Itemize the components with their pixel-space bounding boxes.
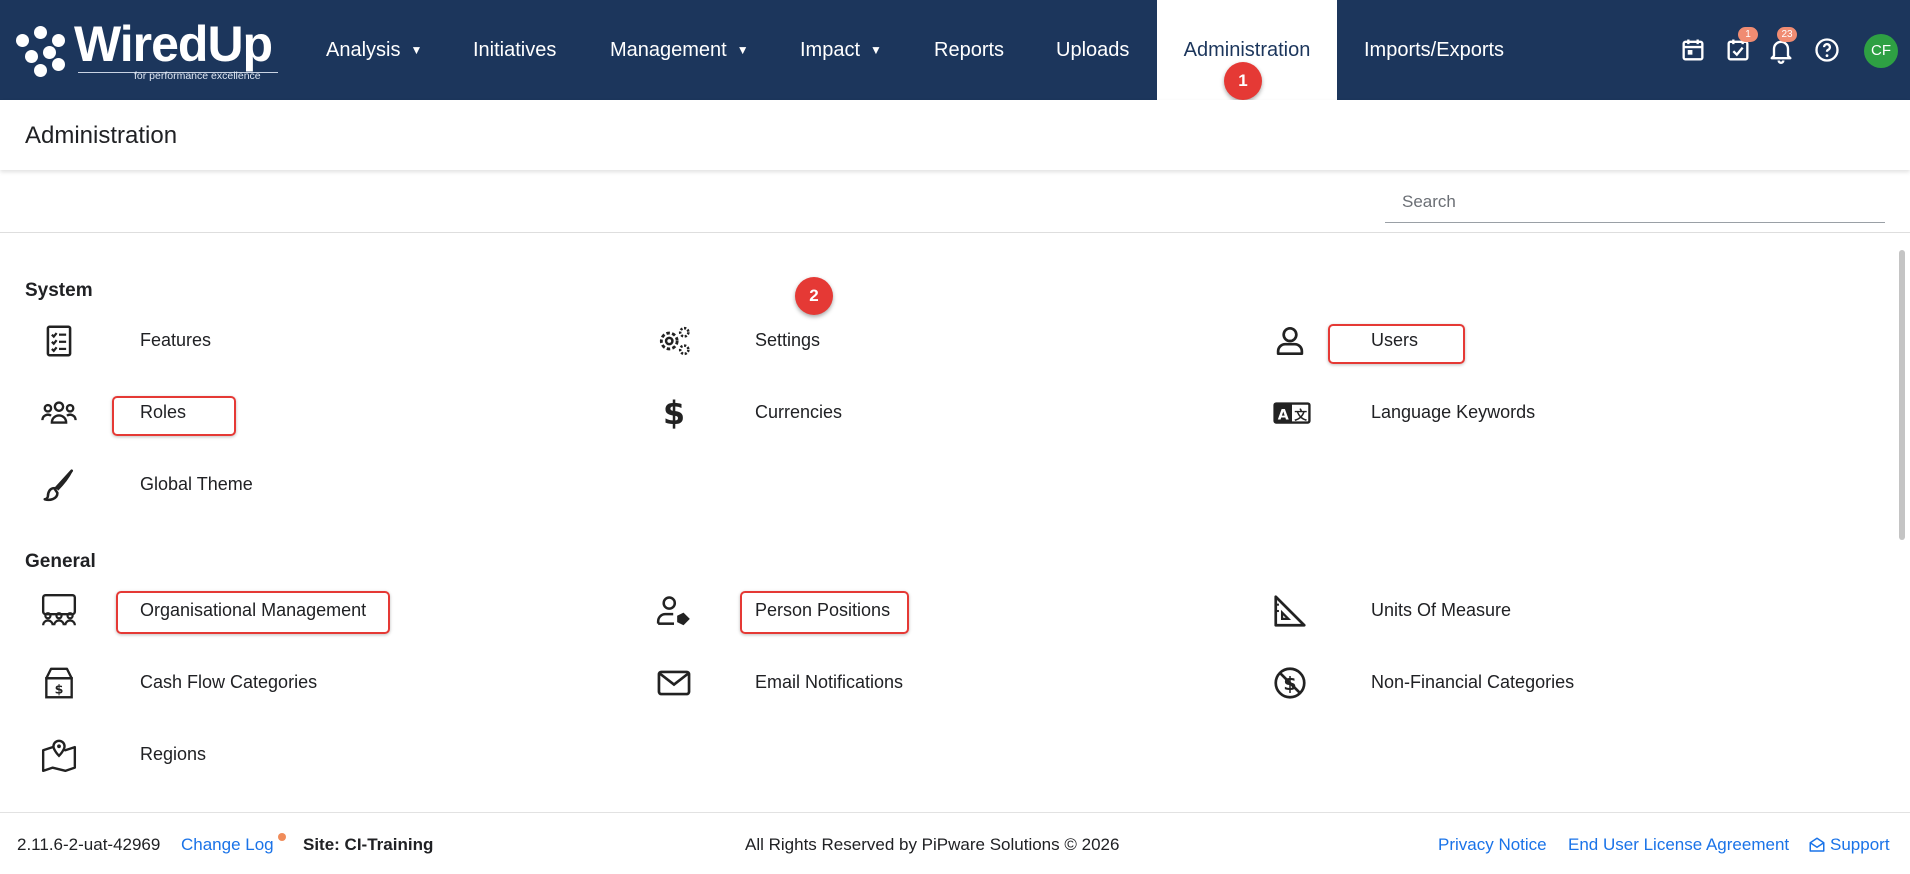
person-tag-icon: [656, 596, 690, 626]
nav-imports-exports-label: Imports/Exports: [1364, 39, 1505, 61]
page-title: Administration: [25, 122, 178, 149]
vertical-scrollbar[interactable]: [1898, 236, 1906, 811]
admin-item-settings[interactable]: Settings: [655, 316, 1255, 366]
cash-box-icon: $: [45, 667, 73, 699]
search-field: [1385, 182, 1885, 223]
nav-management-label: Management: [610, 39, 727, 61]
nav-uploads[interactable]: Uploads: [1056, 0, 1129, 100]
nav-analysis[interactable]: Analysis ▼: [326, 0, 422, 100]
logo-dots-icon: [16, 22, 80, 77]
nav-impact[interactable]: Impact ▼: [800, 0, 882, 100]
change-log-link[interactable]: Change Log: [181, 835, 274, 855]
scrollbar-thumb[interactable]: [1899, 250, 1905, 540]
svg-text:$: $: [663, 396, 685, 432]
change-log-indicator: [278, 833, 286, 841]
section-title-system: System: [25, 280, 93, 301]
nav-analysis-label: Analysis: [326, 39, 401, 61]
top-navigation-bar: WiredUp for performance excellence Analy…: [0, 0, 1910, 100]
admin-item-label: Global Theme: [140, 474, 253, 494]
site-label: Site: CI-Training: [303, 835, 434, 854]
search-input[interactable]: [1385, 182, 1884, 222]
admin-item-currencies[interactable]: $ Currencies: [655, 388, 1255, 438]
ruler-triangle-icon: [1274, 595, 1306, 627]
language-icon: A 文: [1273, 402, 1311, 424]
admin-item-label: Email Notifications: [755, 672, 904, 692]
gears-icon: [659, 326, 690, 356]
calendar-icon[interactable]: [1679, 36, 1707, 64]
wiredup-logo[interactable]: WiredUp for performance excellence: [16, 16, 286, 84]
svg-text:$: $: [55, 681, 64, 696]
nav-administration-label: Administration: [1183, 39, 1311, 61]
checklist-icon: [46, 325, 72, 357]
admin-item-label: Language Keywords: [1371, 402, 1536, 422]
group-icon: [41, 401, 77, 424]
support-label: Support: [1830, 835, 1890, 854]
admin-item-non-financial-categories[interactable]: $ Non-Financial Categories: [1271, 658, 1871, 708]
admin-item-regions[interactable]: Regions: [40, 730, 640, 780]
admin-item-label: Features: [140, 330, 212, 350]
help-icon[interactable]: [1813, 36, 1841, 64]
nav-imports-exports[interactable]: Imports/Exports: [1364, 0, 1504, 100]
nav-impact-label: Impact: [800, 39, 861, 61]
admin-item-language-keywords[interactable]: A 文 Language Keywords: [1271, 388, 1871, 438]
highlight-box-users: [1328, 324, 1465, 364]
no-dollar-icon: $: [1274, 667, 1306, 699]
logo-wordmark: WiredUp: [74, 16, 273, 72]
section-title-general: General: [25, 551, 96, 572]
chevron-down-icon: ▼: [410, 43, 423, 57]
notifications-count-badge: 23: [1777, 27, 1797, 42]
tasks-count-badge: 1: [1738, 27, 1758, 42]
brush-icon: [43, 469, 74, 502]
nav-management[interactable]: Management ▼: [610, 0, 749, 100]
admin-item-label: Currencies: [755, 402, 843, 422]
admin-item-label: Units Of Measure: [1371, 600, 1512, 620]
privacy-notice-link[interactable]: Privacy Notice: [1438, 835, 1547, 855]
chevron-down-icon: ▼: [736, 43, 749, 57]
footer: 2.11.6-2-uat-42969 Change Log Site: CI-T…: [0, 812, 1910, 874]
email-icon: [657, 670, 691, 696]
page-header: Administration: [0, 100, 1910, 170]
svg-text:A: A: [1278, 407, 1289, 423]
highlight-box-roles: [112, 396, 236, 436]
admin-item-label: Cash Flow Categories: [140, 672, 318, 692]
admin-item-units-of-measure[interactable]: Units Of Measure: [1271, 586, 1871, 636]
admin-item-cash-flow-categories[interactable]: $ Cash Flow Categories: [40, 658, 640, 708]
dollar-icon: $: [663, 396, 685, 432]
user-icon: [1276, 326, 1304, 356]
admin-item-global-theme[interactable]: Global Theme: [40, 460, 640, 510]
support-mail-icon: [1809, 837, 1825, 852]
admin-item-label: Settings: [755, 330, 821, 350]
map-pin-icon: [41, 739, 77, 773]
nav-reports-label: Reports: [934, 39, 1005, 61]
chevron-down-icon: ▼: [870, 43, 882, 57]
admin-item-features[interactable]: Features: [40, 316, 640, 366]
step-annotation-1: 1: [1224, 62, 1262, 100]
step-annotation-2: 2: [795, 277, 833, 315]
admin-item-label: Regions: [140, 744, 207, 764]
nav-initiatives-label: Initiatives: [473, 39, 557, 61]
nav-reports[interactable]: Reports: [934, 0, 1004, 100]
divider: [0, 232, 1910, 233]
nav-uploads-label: Uploads: [1056, 39, 1130, 61]
svg-text:文: 文: [1294, 407, 1307, 422]
org-icon: [41, 593, 77, 626]
version-text: 2.11.6-2-uat-42969: [17, 835, 161, 854]
admin-item-label: Non-Financial Categories: [1371, 672, 1575, 692]
eula-link[interactable]: End User License Agreement: [1568, 835, 1789, 855]
nav-initiatives[interactable]: Initiatives: [473, 0, 556, 100]
copyright-text: All Rights Reserved by PiPware Solutions…: [745, 835, 1120, 854]
highlight-box-organisational-management: [116, 591, 390, 634]
highlight-box-person-positions: [740, 591, 909, 634]
admin-item-email-notifications[interactable]: Email Notifications: [655, 658, 1255, 708]
user-avatar[interactable]: CF: [1864, 34, 1898, 68]
logo-tagline: for performance excellence: [134, 70, 261, 82]
